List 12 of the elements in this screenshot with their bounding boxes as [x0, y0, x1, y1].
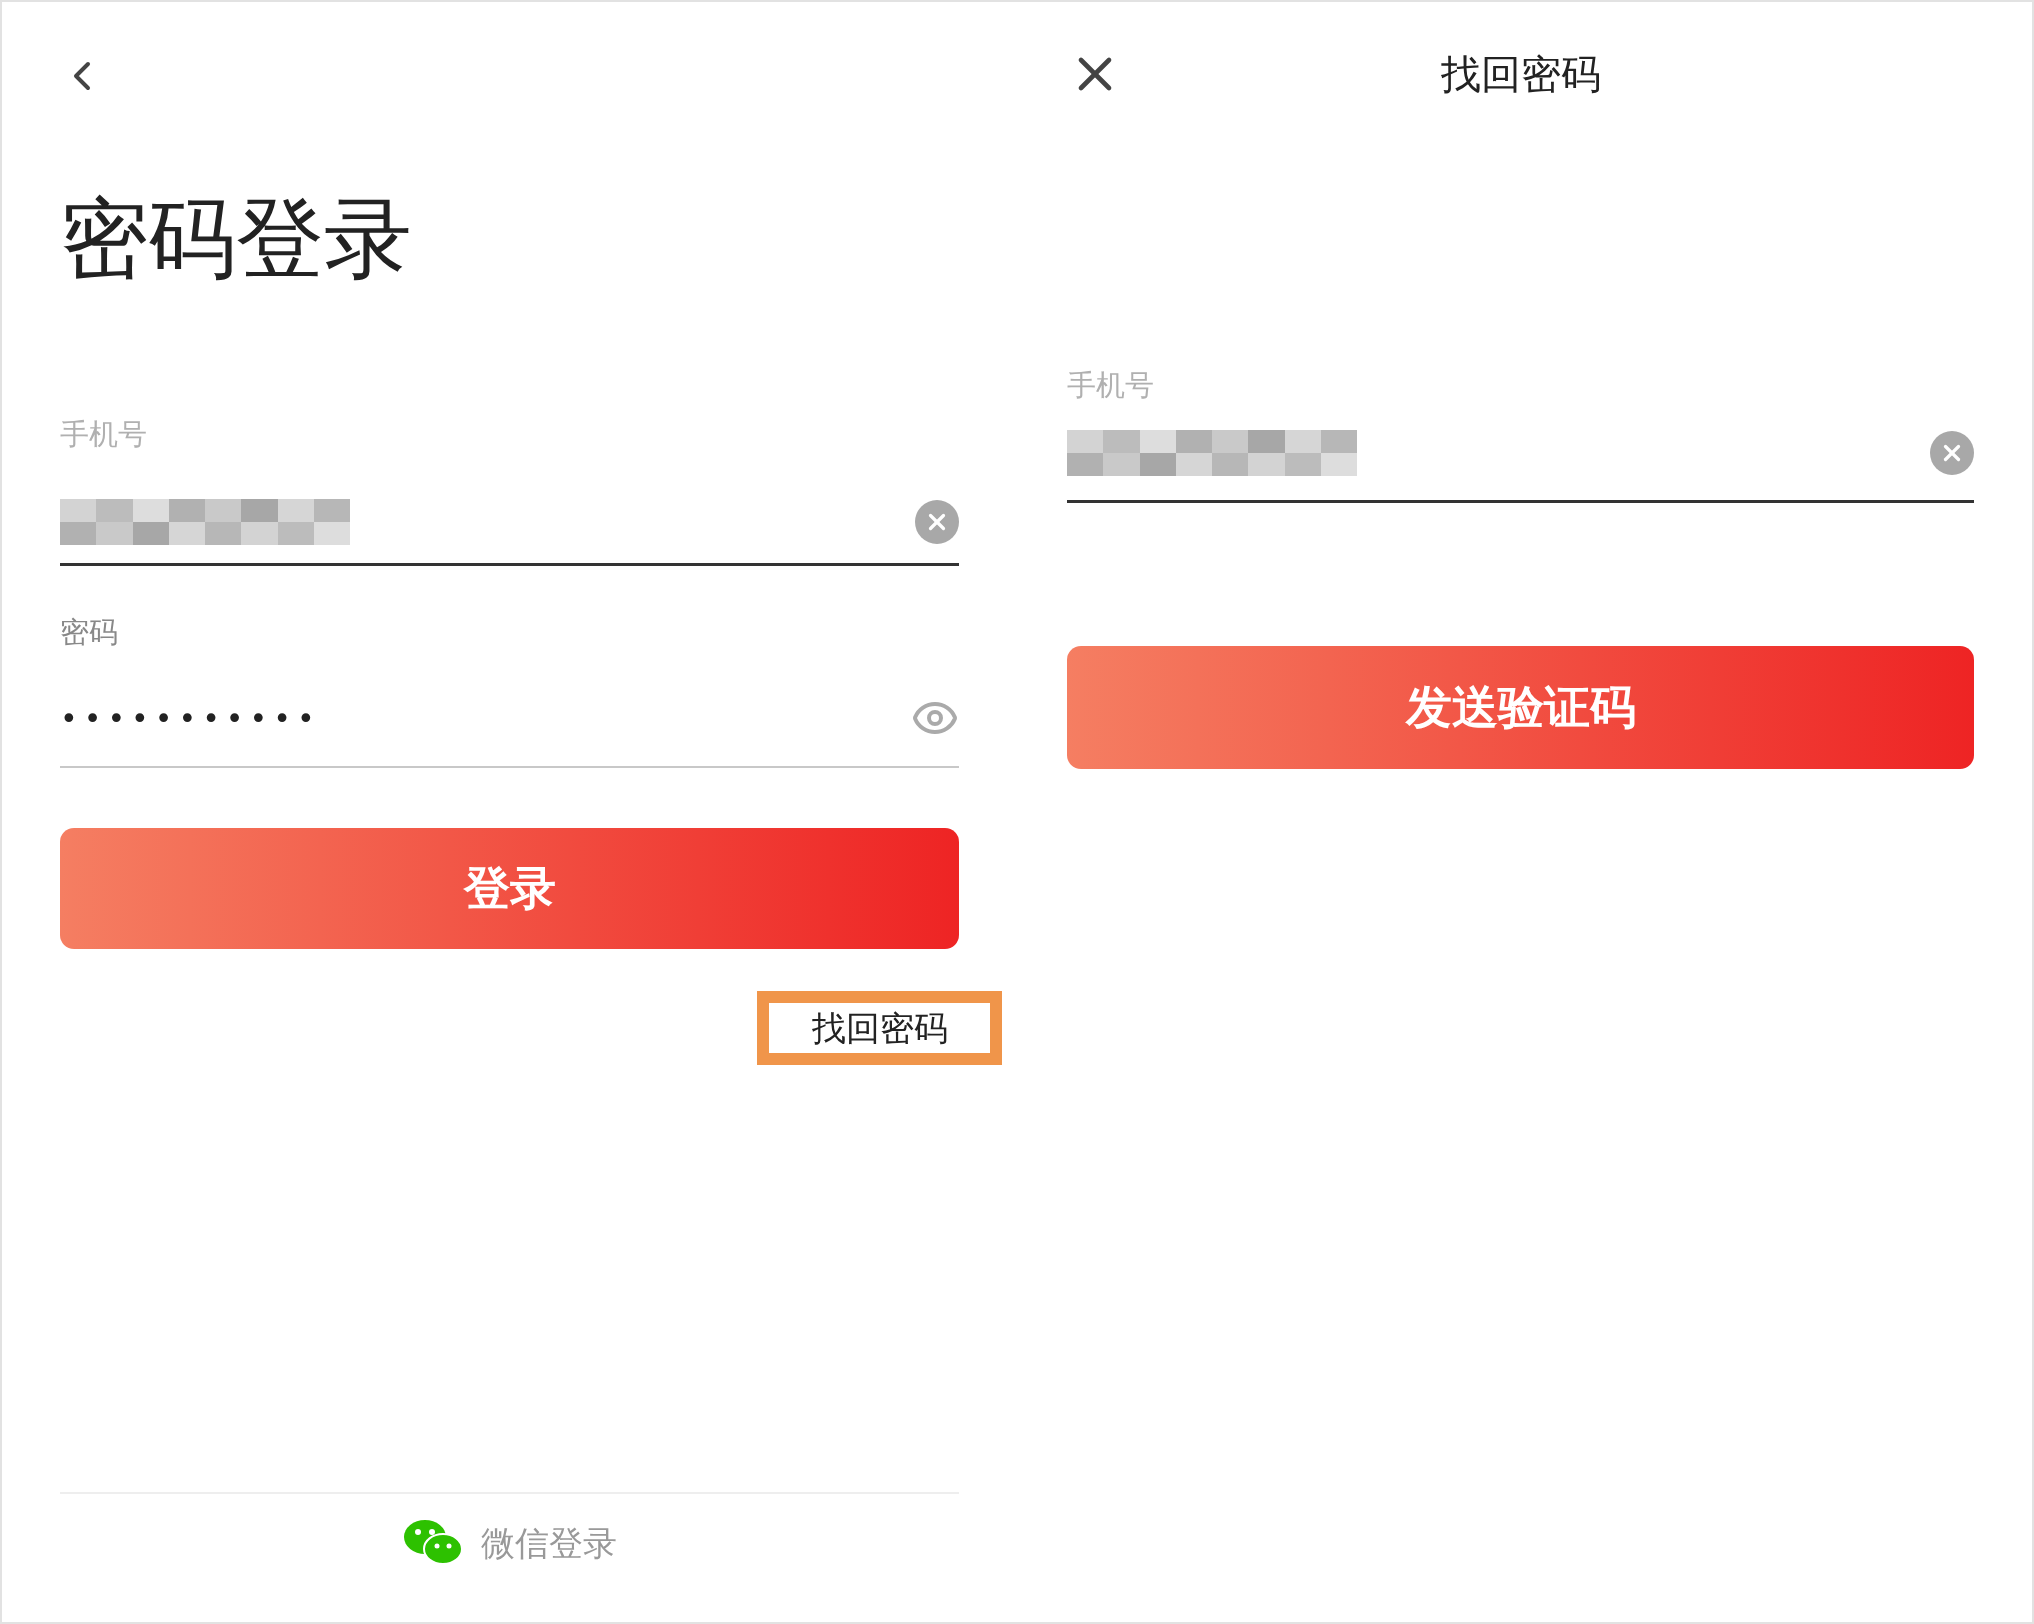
field-label: 手机号: [60, 416, 148, 453]
page-title: 密码登录: [60, 195, 413, 283]
clear-icon[interactable]: [915, 499, 959, 544]
forgot-password-link[interactable]: 找回密码: [757, 991, 1002, 1065]
clear-icon[interactable]: [1930, 430, 1974, 475]
login-button[interactable]: 登录: [60, 828, 959, 949]
field-label: 手机号: [1067, 367, 1155, 404]
send-code-button[interactable]: 发送验证码: [1067, 645, 1974, 769]
screen-title: 找回密码: [1440, 50, 1601, 99]
wechat-login-label[interactable]: 微信登录: [480, 1517, 617, 1569]
password-value: •••••••••••: [60, 699, 321, 738]
field-label: 密码: [60, 613, 119, 651]
